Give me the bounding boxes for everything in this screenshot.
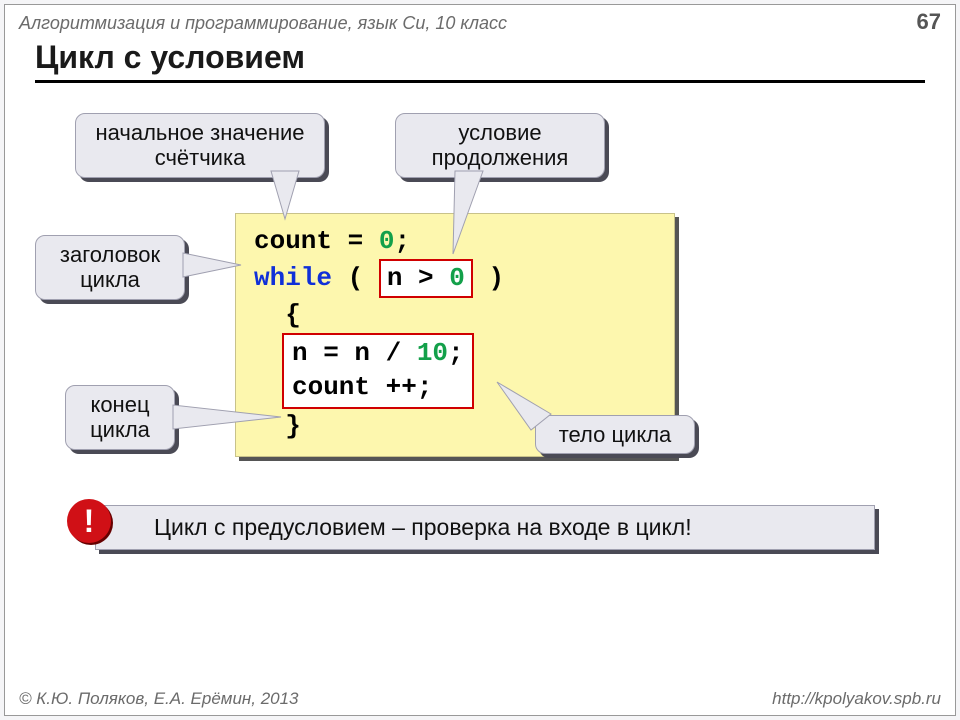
content-area: начальное значение счётчика условие прод… <box>5 95 955 685</box>
page-number: 67 <box>917 9 941 35</box>
body-box: n = n / 10; count ++; <box>282 333 474 409</box>
code-line-2: while ( n > 0 ) <box>254 259 656 298</box>
code-punct: ( <box>332 263 379 293</box>
code-punct: ) <box>473 263 504 293</box>
footer-bar: © К.Ю. Поляков, Е.А. Ерёмин, 2013 http:/… <box>19 689 941 709</box>
code-line-3: { <box>254 298 656 333</box>
code-expr: n > <box>387 263 449 293</box>
slide: Алгоритмизация и программирование, язык … <box>4 4 956 716</box>
callout-loop-end: конец цикла <box>65 385 175 450</box>
footer-url: http://kpolyakov.spb.ru <box>772 689 941 709</box>
pointer-icon <box>173 405 283 429</box>
code-var: count <box>254 226 332 256</box>
callout-loop-header: заголовок цикла <box>35 235 185 300</box>
code-punct: ; <box>394 226 410 256</box>
pointer-icon <box>265 171 305 221</box>
exclamation-icon: ! <box>67 499 111 543</box>
code-keyword: while <box>254 263 332 293</box>
callout-condition: условие продолжения <box>395 113 605 178</box>
footer-author: © К.Ю. Поляков, Е.А. Ерёмин, 2013 <box>19 689 299 709</box>
slide-title: Цикл с условием <box>35 39 925 83</box>
callout-loop-body: тело цикла <box>535 415 695 454</box>
callout-initial-value: начальное значение счётчика <box>75 113 325 178</box>
pointer-icon <box>183 253 243 277</box>
code-expr: n = n / <box>292 338 417 368</box>
code-expr: count ++; <box>292 372 432 402</box>
code-num: 0 <box>449 263 465 293</box>
code-op: = <box>332 226 379 256</box>
code-punct: ; <box>448 338 464 368</box>
note-bar: Цикл с предусловием – проверка на входе … <box>95 505 875 550</box>
code-body-wrap: n = n / 10; count ++; <box>282 333 656 409</box>
condition-box: n > 0 <box>379 259 473 298</box>
note-text: Цикл с предусловием – проверка на входе … <box>154 514 692 540</box>
pointer-icon <box>445 171 485 255</box>
pointer-icon <box>495 380 555 430</box>
code-num: 0 <box>379 226 395 256</box>
header-bar: Алгоритмизация и программирование, язык … <box>5 5 955 35</box>
code-num: 10 <box>417 338 448 368</box>
course-name: Алгоритмизация и программирование, язык … <box>19 13 507 34</box>
